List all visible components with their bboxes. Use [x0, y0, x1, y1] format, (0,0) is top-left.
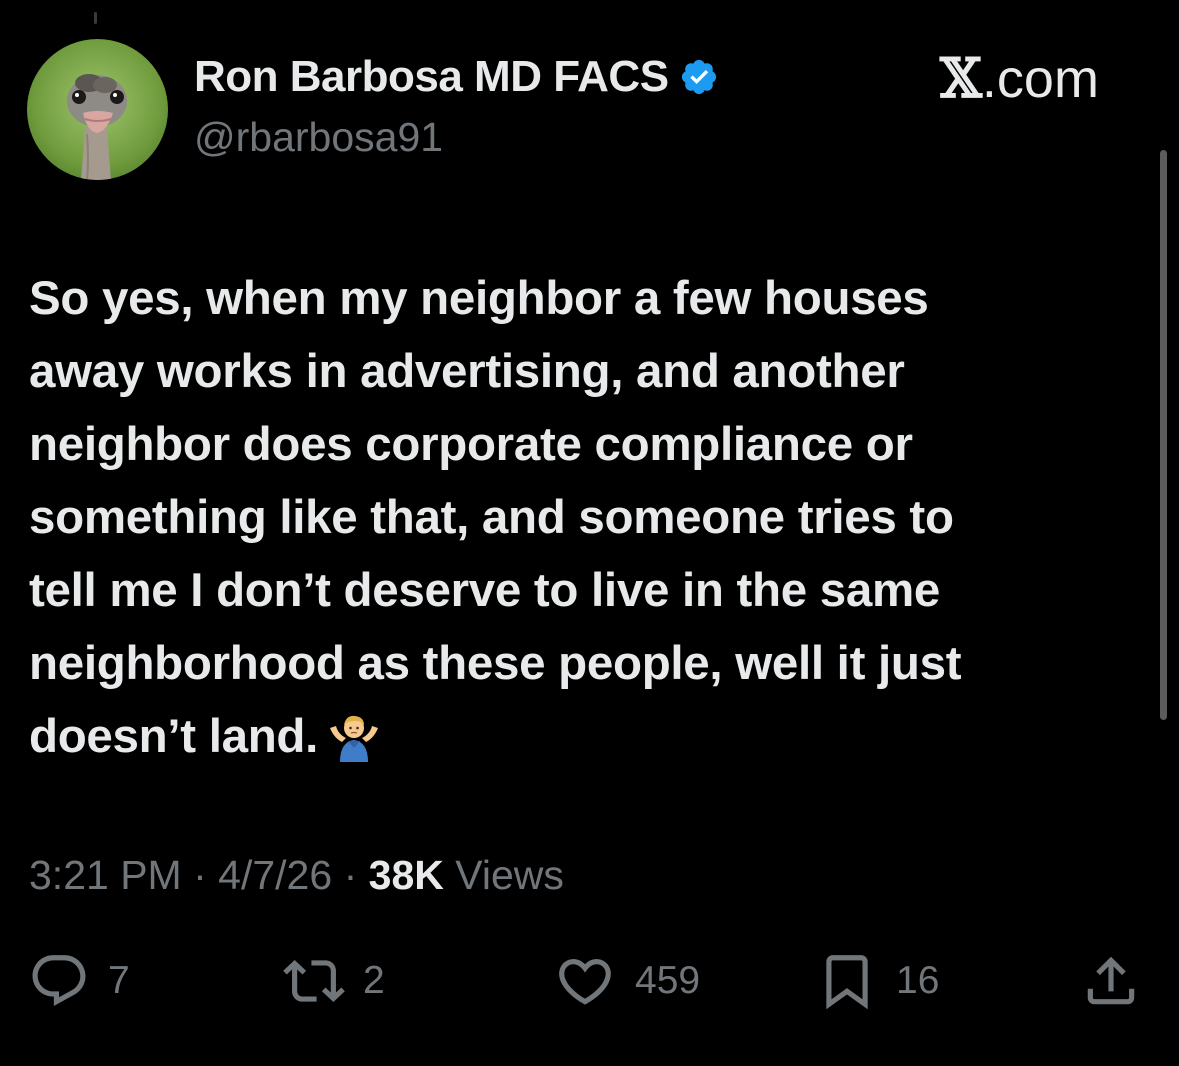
avatar[interactable] [27, 39, 168, 180]
author-name-row[interactable]: Ron Barbosa MD FACS [194, 52, 719, 102]
like-count: 459 [635, 959, 701, 1002]
views-label: Views [455, 852, 564, 898]
bookmark-button[interactable]: 16 [816, 950, 939, 1012]
tweet-time[interactable]: 3:21 PM [29, 852, 182, 898]
repost-icon [283, 960, 345, 1002]
tweet-line: So yes, when my neighbor a few houses [29, 272, 929, 325]
like-button[interactable]: 459 [553, 950, 700, 1012]
heart-icon [559, 959, 611, 1005]
views-count: 38K [368, 852, 444, 898]
site-suffix: .com [981, 49, 1099, 109]
tweet-line: neighbor does corporate compliance or [29, 418, 913, 471]
tweet-last-line: doesn’t land. [29, 700, 1139, 773]
repost-count: 2 [363, 959, 385, 1002]
man-shrugging-emoji [326, 708, 382, 764]
tweet-text: So yes, when my neighbor a few houses aw… [29, 262, 1139, 773]
tweet-line: neighborhood as these people, well it ju… [29, 637, 962, 690]
tweet-line: tell me I don’t deserve to live in the s… [29, 564, 941, 617]
ostrich-avatar-icon [27, 39, 168, 180]
author-display-name[interactable]: Ron Barbosa MD FACS [194, 52, 669, 102]
share-icon [1087, 956, 1135, 1005]
share-button[interactable] [1080, 950, 1142, 1012]
author-handle[interactable]: @rbarbosa91 [194, 114, 443, 161]
top-divider-tick [94, 12, 97, 24]
repost-button[interactable]: 2 [283, 950, 385, 1012]
bookmark-icon [826, 955, 868, 1010]
verified-badge-icon[interactable] [679, 57, 719, 97]
meta-separator: · [193, 852, 207, 898]
tweet-date[interactable]: 4/7/26 [218, 852, 332, 898]
site-watermark: 𝕏 .com [940, 48, 1099, 110]
tweet-action-bar: 7 2 459 16 [0, 950, 1179, 1010]
tweet-line: doesn’t land. [29, 710, 319, 763]
reply-icon [32, 955, 86, 1007]
scrollbar[interactable] [1160, 150, 1167, 720]
reply-count: 7 [108, 959, 130, 1002]
bookmark-count: 16 [896, 959, 940, 1002]
tweet-metadata: 3:21 PM · 4/7/26 · 38K Views [29, 852, 564, 899]
meta-separator: · [343, 852, 358, 898]
tweet-line: something like that, and someone tries t… [29, 491, 954, 544]
x-logo-icon: 𝕏 [940, 46, 982, 110]
reply-button[interactable]: 7 [28, 950, 130, 1012]
tweet-line: away works in advertising, and another [29, 345, 905, 398]
